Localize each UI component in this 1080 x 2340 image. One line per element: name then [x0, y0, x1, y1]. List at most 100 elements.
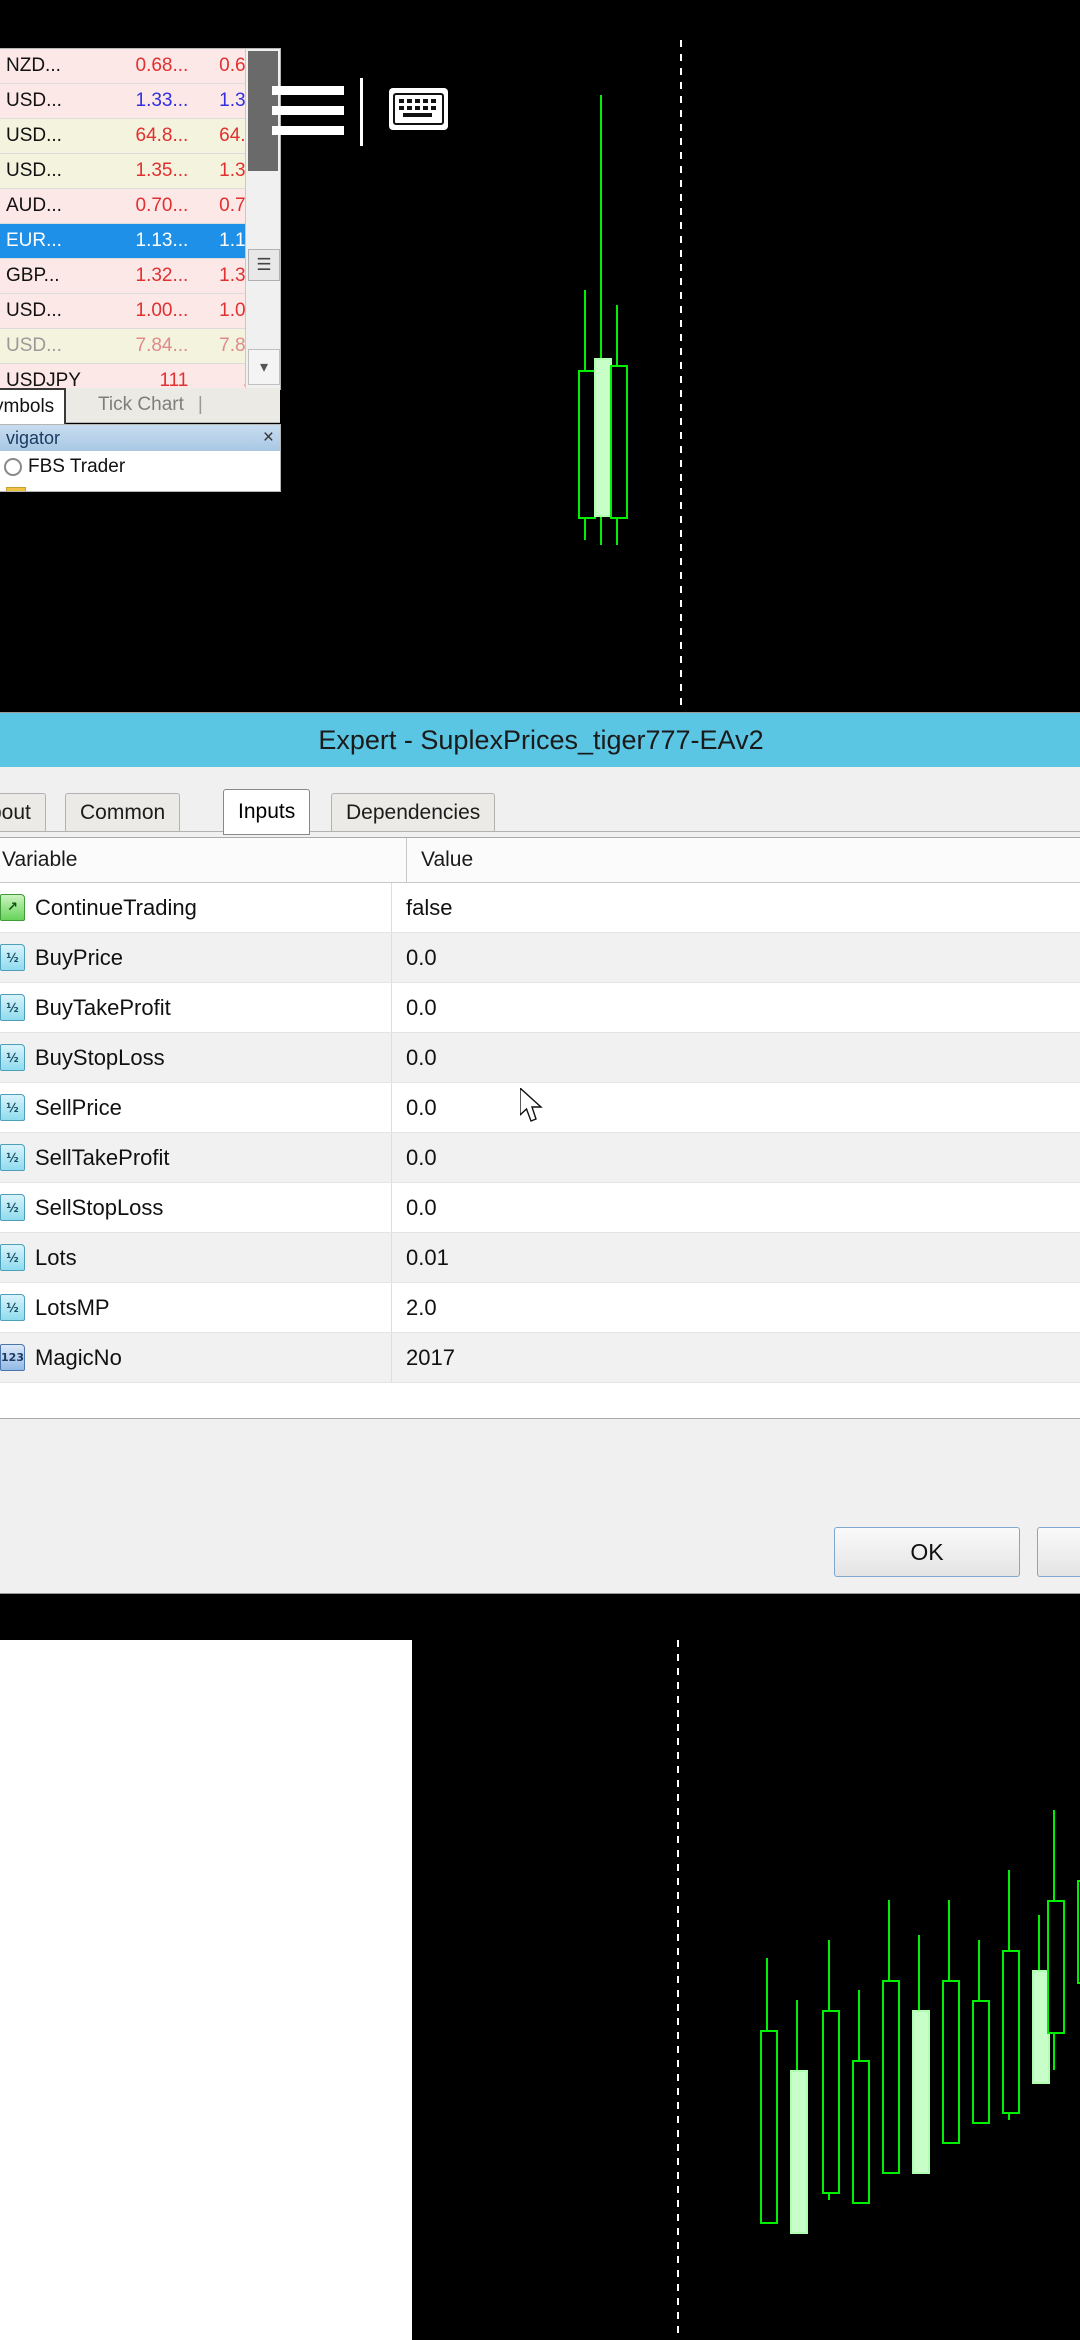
tab-label: About	[0, 801, 31, 825]
variable-cell: ½ SellTakeProfit	[0, 1133, 392, 1182]
dialog-tabstrip[interactable]: AboutCommonInputsDependencies	[0, 789, 1080, 831]
variable-cell: ½Lots	[0, 1233, 392, 1282]
market-watch-row[interactable]: EUR...1.13...1.13...	[0, 224, 280, 259]
inputs-grid[interactable]: Variable Value ↗ContinueTradingfalse½Buy…	[0, 837, 1080, 1419]
icon-glyph: ½	[0, 1294, 25, 1321]
symbol-cell: USDJPY	[0, 370, 113, 390]
navigator-title-bar: vigator ×	[0, 425, 280, 451]
variable-cell: ½ BuyTakeProfit	[0, 983, 392, 1032]
navigator-item-fbs-trader[interactable]: FBS Trader	[0, 451, 280, 483]
icon-glyph: ½	[0, 994, 25, 1021]
variable-name: BuyTakeProfit	[35, 995, 171, 1021]
candle-body	[760, 2030, 778, 2224]
menu-icon[interactable]	[272, 86, 344, 138]
value-cell[interactable]: 2017	[392, 1345, 1080, 1371]
variable-cell: ½ BuyStopLoss	[0, 1033, 392, 1082]
value-cell[interactable]: 0.0	[392, 945, 1080, 971]
symbol-cell: USD...	[0, 125, 113, 147]
price-chart-top[interactable]	[420, 40, 1080, 712]
scrollbar-grip-icon[interactable]: ☰	[248, 249, 280, 281]
variable-name: LotsMP	[35, 1295, 110, 1321]
dialog-title: Expert - SuplexPrices_tiger777-EAv2	[318, 725, 763, 756]
double-variable-icon: ½	[0, 1044, 25, 1071]
bid-cell: 7.84...	[113, 335, 197, 357]
market-watch-row[interactable]: USD...7.84...7.84...	[0, 329, 280, 364]
variable-cell: ½ LotsMP	[0, 1283, 392, 1332]
bid-cell: 0.70...	[113, 195, 197, 217]
close-icon[interactable]: ×	[263, 427, 274, 449]
navigator-title: vigator	[6, 428, 60, 449]
ok-button[interactable]: OK	[834, 1527, 1020, 1577]
value-cell[interactable]: false	[392, 895, 1080, 921]
market-watch-row[interactable]: USD...1.00...1.00...	[0, 294, 280, 329]
candle-body	[942, 1980, 960, 2144]
input-row[interactable]: 123MagicNo2017	[0, 1333, 1080, 1383]
value-cell[interactable]: 0.0	[392, 1145, 1080, 1171]
tab-label: Common	[80, 801, 165, 825]
double-variable-icon: ½	[0, 1094, 25, 1121]
grid-header-row: Variable Value	[0, 838, 1080, 883]
mt4-screen: NZD...0.68...0.68...USD...1.33...1.33...…	[0, 0, 1080, 2340]
navigator-panel[interactable]: vigator × FBS Trader	[0, 424, 281, 492]
input-row[interactable]: ½SellStopLoss0.0	[0, 1183, 1080, 1233]
market-watch-row[interactable]: GBP...1.32...1.32...	[0, 259, 280, 294]
value-cell[interactable]: 2.0	[392, 1295, 1080, 1321]
input-row[interactable]: ½BuyPrice0.0	[0, 933, 1080, 983]
market-watch-panel[interactable]: NZD...0.68...0.68...USD...1.33...1.33...…	[0, 48, 281, 390]
input-row[interactable]: ½ BuyStopLoss 0.0	[0, 1033, 1080, 1083]
icon-glyph: ↗	[0, 894, 25, 921]
market-watch-row[interactable]: USDJPY111111	[0, 364, 280, 390]
value-cell[interactable]: 0.01	[392, 1245, 1080, 1271]
icon-glyph: ½	[0, 944, 25, 971]
variable-name: SellPrice	[35, 1095, 122, 1121]
tab-about[interactable]: About	[0, 793, 46, 832]
tab-symbols[interactable]: ymbols	[0, 388, 66, 424]
tabstrip-underline	[0, 831, 1080, 832]
input-row[interactable]: ↗ContinueTradingfalse	[0, 883, 1080, 933]
expert-properties-dialog[interactable]: Expert - SuplexPrices_tiger777-EAv2 Abou…	[0, 712, 1080, 1594]
value-cell[interactable]: 0.0	[392, 1195, 1080, 1221]
market-watch-row[interactable]: NZD...0.68...0.68...	[0, 49, 280, 84]
variable-name: MagicNo	[35, 1345, 122, 1371]
column-header-variable: Variable	[0, 838, 407, 882]
market-watch-row[interactable]: USD...64.8...64.9...	[0, 119, 280, 154]
icon-glyph: ½	[0, 1194, 25, 1221]
double-variable-icon: ½	[0, 994, 25, 1021]
candle-body	[972, 2000, 990, 2124]
variable-name: SellTakeProfit	[35, 1145, 170, 1171]
scroll-down-icon[interactable]: ▾	[248, 349, 280, 385]
symbol-cell: AUD...	[0, 195, 113, 217]
candle-body	[790, 2070, 808, 2234]
value-cell[interactable]: 0.0	[392, 1045, 1080, 1071]
symbol-cell: EUR...	[0, 230, 113, 252]
dialog-title-bar: Expert - SuplexPrices_tiger777-EAv2	[0, 713, 1080, 767]
value-cell[interactable]: 0.0	[392, 995, 1080, 1021]
input-row[interactable]: ½Lots0.01	[0, 1233, 1080, 1283]
bid-cell: 111	[113, 370, 197, 390]
market-watch-row[interactable]: USD...1.33...1.33...	[0, 84, 280, 119]
icon-glyph: ½	[0, 1144, 25, 1171]
market-watch-row[interactable]: USD...1.35...1.35...	[0, 154, 280, 189]
double-variable-icon: ½	[0, 944, 25, 971]
input-row[interactable]: ½ BuyTakeProfit 0.0	[0, 983, 1080, 1033]
market-watch-row[interactable]: AUD...0.70...0.70...	[0, 189, 280, 224]
input-row[interactable]: ½ SellTakeProfit 0.0	[0, 1133, 1080, 1183]
keyboard-icon[interactable]	[389, 88, 448, 130]
navigator-item-label: FBS Trader	[28, 456, 125, 478]
cancel-button[interactable]: Cancel	[1037, 1527, 1080, 1577]
variable-cell: ↗ContinueTrading	[0, 883, 392, 932]
price-chart-bottom[interactable]	[412, 1640, 1080, 2340]
input-row[interactable]: ½ LotsMP 2.0	[0, 1283, 1080, 1333]
bool-variable-icon: ↗	[0, 894, 25, 921]
mouse-cursor-icon	[520, 1088, 546, 1126]
tab-inputs[interactable]: Inputs	[223, 789, 310, 835]
double-variable-icon: ½	[0, 1144, 25, 1171]
tab-common[interactable]: Common	[65, 793, 180, 832]
tab-tick-chart[interactable]: Tick Chart |	[88, 388, 213, 422]
value-cell[interactable]: 0.0	[392, 1095, 1080, 1121]
tab-dependencies[interactable]: Dependencies	[331, 793, 495, 832]
double-variable-icon: ½	[0, 1294, 25, 1321]
variable-name: BuyStopLoss	[35, 1045, 165, 1071]
market-watch-tabs[interactable]: ymbols Tick Chart |	[0, 388, 280, 423]
symbol-cell: USD...	[0, 90, 113, 112]
